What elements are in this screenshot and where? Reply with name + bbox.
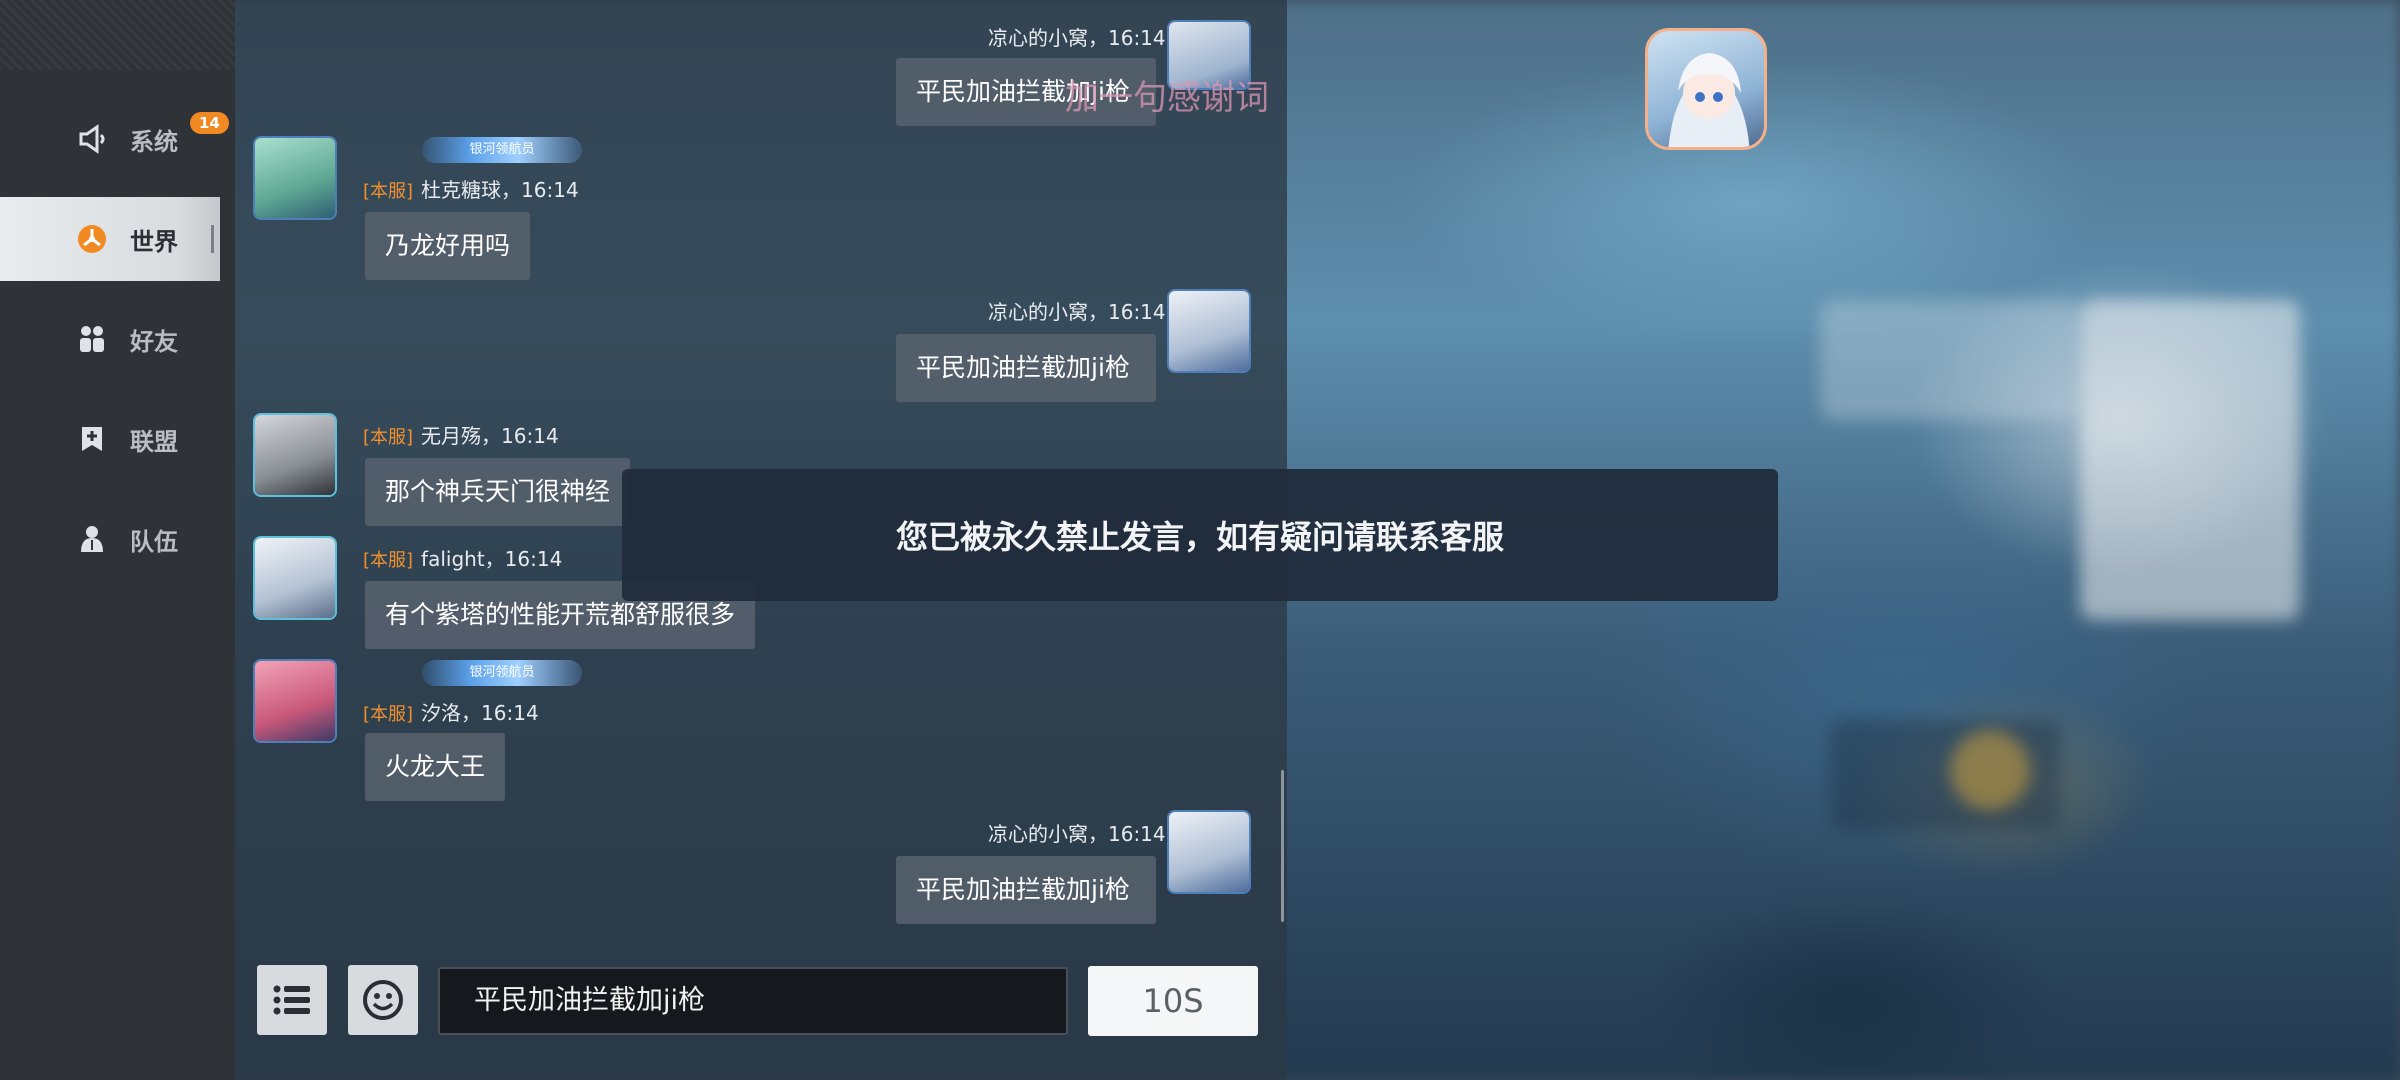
- sidebar-item-label: 联盟: [130, 427, 178, 456]
- sidebar-item-alliance[interactable]: 联盟: [0, 397, 220, 481]
- team-icon: [76, 523, 108, 555]
- server-tag: [本服]: [363, 704, 414, 725]
- server-tag: [本服]: [363, 550, 414, 571]
- smiley-icon: [363, 980, 403, 1020]
- server-tag: [本服]: [363, 181, 414, 202]
- avatar[interactable]: [253, 413, 337, 497]
- bg-card: [2080, 300, 2300, 620]
- list-icon: [273, 985, 310, 1015]
- message-meta: [本服] 杜克糖球，16:14: [363, 174, 579, 203]
- message-bubble: 平民加油拦截加ji枪: [896, 334, 1156, 402]
- chat-scrollbar[interactable]: [1281, 770, 1284, 922]
- message-bubble: 火龙大王: [365, 733, 506, 801]
- message-bubble: 那个神兵天门很神经: [365, 458, 631, 526]
- message-meta: 凉心的小窝，16:14: [988, 300, 1166, 324]
- chat-input[interactable]: 平民加油拦截加ji枪: [438, 967, 1068, 1035]
- bg-coin: [1950, 730, 2030, 810]
- alliance-icon: [76, 423, 108, 455]
- title-badge: 银河领航员: [422, 660, 582, 686]
- message-meta: [本服] 汐洛，16:14: [363, 697, 539, 726]
- world-icon: [76, 223, 108, 255]
- avatar[interactable]: [253, 536, 337, 620]
- emoji-button[interactable]: [348, 965, 418, 1035]
- sidebar-item-system[interactable]: 系统: [0, 97, 220, 181]
- friends-icon: [76, 323, 108, 355]
- speaker-icon: [76, 123, 108, 155]
- player-avatar[interactable]: [1645, 28, 1767, 150]
- sidebar-item-world[interactable]: 世界: [0, 197, 220, 281]
- message-meta: [本服] falight，16:14: [363, 543, 562, 572]
- portrait-icon: [1668, 53, 1750, 147]
- list-button[interactable]: [257, 965, 327, 1035]
- sender-time: falight，16:14: [421, 547, 563, 571]
- message-bubble: 平民加油拦截加ji枪: [896, 856, 1156, 924]
- send-button[interactable]: 10S: [1088, 966, 1258, 1036]
- message-meta: 凉心的小窝，16:14: [988, 26, 1166, 50]
- sidebar-item-label: 好友: [130, 327, 178, 356]
- floating-emote-text: 加一句感谢词: [1065, 78, 1269, 118]
- sender-time: 汐洛，16:14: [421, 701, 539, 725]
- ban-toast: 您已被永久禁止发言，如有疑问请联系客服: [622, 469, 1778, 601]
- avatar[interactable]: [253, 136, 337, 220]
- sidebar-item-friends[interactable]: 好友: [0, 297, 220, 381]
- bg-panel: [1820, 300, 2080, 420]
- message-meta: [本服] 无月殇，16:14: [363, 420, 559, 449]
- server-tag: [本服]: [363, 427, 414, 448]
- message-bubble: 乃龙好用吗: [365, 212, 531, 280]
- sidebar-item-label: 队伍: [130, 527, 178, 556]
- sidebar: 系统 14 世界 好友 联盟 队伍: [0, 0, 235, 1080]
- sender-time: 杜克糖球，16:14: [421, 178, 579, 202]
- sidebar-item-label: 系统: [130, 127, 178, 156]
- avatar[interactable]: [1167, 289, 1251, 373]
- message-meta: 凉心的小窝，16:14: [988, 822, 1166, 846]
- sender-time: 无月殇，16:14: [421, 424, 559, 448]
- unread-badge: 14: [190, 112, 229, 134]
- sidebar-item-team[interactable]: 队伍: [0, 497, 220, 581]
- avatar[interactable]: [253, 659, 337, 743]
- sidebar-item-label: 世界: [130, 227, 178, 256]
- avatar[interactable]: [1167, 810, 1251, 894]
- title-badge: 银河领航员: [422, 137, 582, 163]
